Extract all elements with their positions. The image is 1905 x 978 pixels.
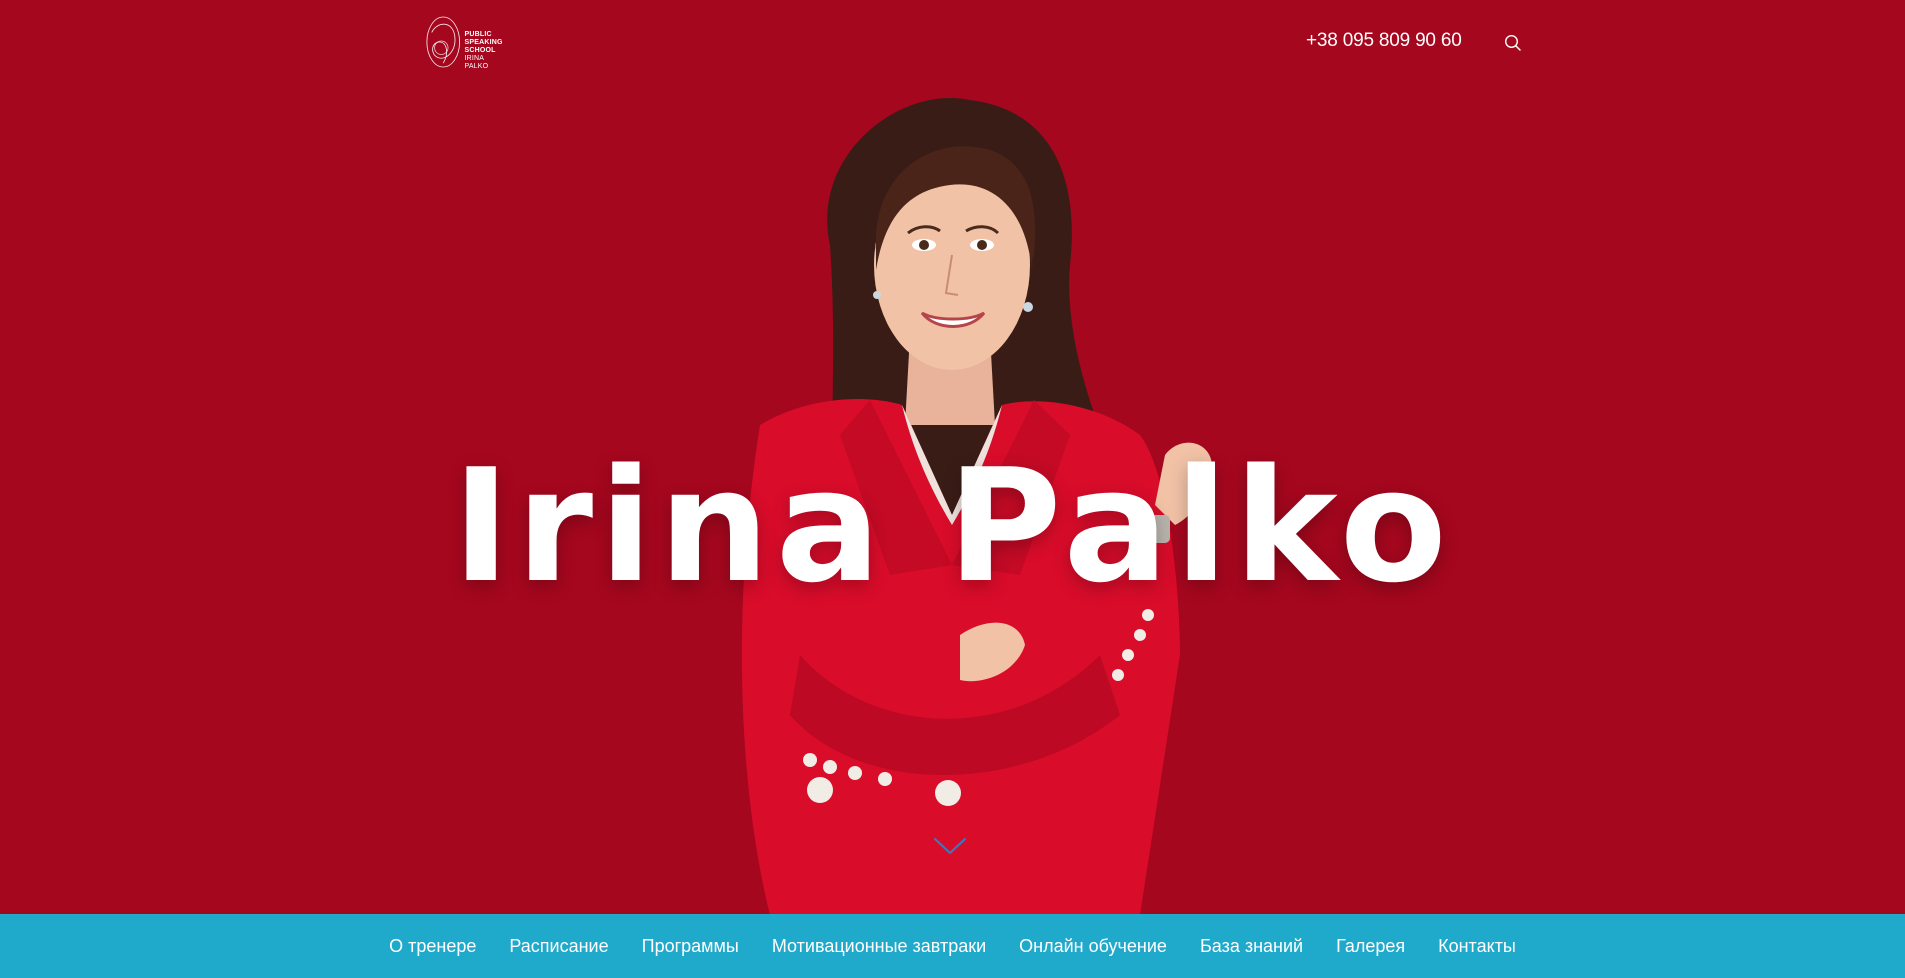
logo-line-1: PUBLIC bbox=[464, 31, 492, 38]
search-button[interactable] bbox=[1503, 33, 1523, 53]
hero-title: Irina Palko bbox=[452, 435, 1453, 617]
scroll-down-button[interactable] bbox=[933, 835, 967, 857]
logo-mark-icon bbox=[426, 16, 461, 68]
page: PUBLIC SPEAKING SCHOOL IRINA PALKO +38 0… bbox=[0, 0, 1905, 978]
nav-item-gallery[interactable]: Галерея bbox=[1336, 936, 1405, 957]
chevron-down-icon bbox=[933, 837, 967, 855]
logo-line-4: IRINA PALKO bbox=[464, 55, 489, 70]
nav-item-schedule[interactable]: Расписание bbox=[509, 936, 608, 957]
nav-list: О тренере Расписание Программы Мотивацио… bbox=[373, 936, 1533, 957]
logo-line-3: SCHOOL bbox=[464, 47, 496, 54]
site-header: PUBLIC SPEAKING SCHOOL IRINA PALKO +38 0… bbox=[0, 0, 1905, 90]
phone-link[interactable]: +38 095 809 90 60 bbox=[1306, 30, 1462, 52]
search-icon bbox=[1504, 34, 1521, 51]
logo-text: PUBLIC SPEAKING SCHOOL IRINA PALKO bbox=[464, 31, 508, 71]
nav-item-about-trainer[interactable]: О тренере bbox=[389, 936, 476, 957]
nav-item-programs[interactable]: Программы bbox=[642, 936, 739, 957]
main-nav: О тренере Расписание Программы Мотивацио… bbox=[0, 914, 1905, 978]
nav-item-motivational-breakfasts[interactable]: Мотивационные завтраки bbox=[772, 936, 986, 957]
nav-item-contacts[interactable]: Контакты bbox=[1438, 936, 1516, 957]
nav-item-online-learning[interactable]: Онлайн обучение bbox=[1019, 936, 1167, 957]
nav-item-knowledge-base[interactable]: База знаний bbox=[1200, 936, 1303, 957]
logo-line-2: SPEAKING bbox=[464, 39, 503, 46]
logo[interactable]: PUBLIC SPEAKING SCHOOL IRINA PALKO bbox=[424, 12, 508, 72]
